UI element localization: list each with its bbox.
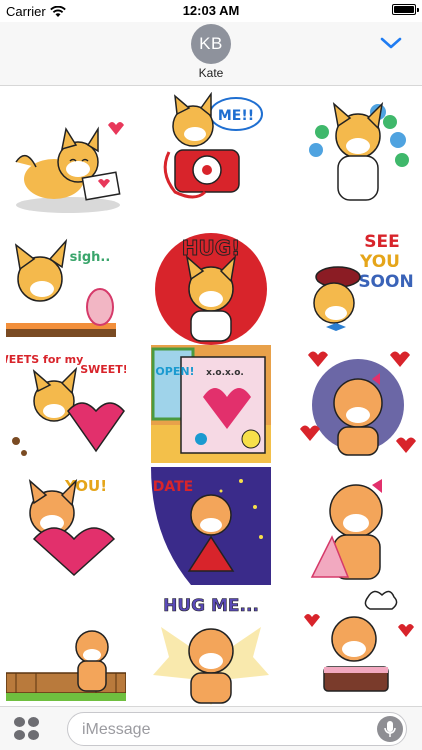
sticker-corgi-fence[interactable] [6,587,126,705]
conversation-header: KB Kate [0,22,422,86]
contact-name[interactable]: Kate [0,66,422,80]
sticker-corgi-shy[interactable] [298,467,418,585]
sticker-corgi-card-open[interactable]: OPEN! x.o.x.o. [151,345,271,463]
sticker-corgi-date[interactable]: DATE [151,467,271,585]
microphone-icon[interactable] [377,716,403,742]
sticker-open-text: OPEN! [155,365,194,378]
message-input-bar: iMessage [0,706,422,750]
status-time: 12:03 AM [182,3,240,18]
sticker-corgi-cake[interactable] [298,587,418,705]
sticker-soon-text: SOON [358,272,413,292]
sticker-me-text: ME!! [218,108,254,124]
sticker-corgi-flowers[interactable] [298,92,418,210]
sticker-grid: ME!! sigh.. HUG! SEE YOU SOON EETS for m… [0,87,422,707]
chevron-down-icon[interactable] [380,36,402,50]
sticker-corgi-sigh[interactable]: sigh.. [6,227,126,345]
sticker-corgi-hug-me[interactable]: HUG ME... [151,587,271,705]
sticker-sweet-text: SWEET! [80,363,126,376]
sticker-hug-text: HUG! [182,236,241,260]
sticker-sweets-text: SWEETS for my [6,353,83,366]
app-drawer-icon[interactable] [14,717,40,741]
imessage-field[interactable]: iMessage [67,712,407,746]
imessage-placeholder: iMessage [82,721,151,738]
sticker-corgi-love-letter[interactable] [6,107,126,225]
sticker-corgi-see-you-soon[interactable]: SEE YOU SOON [298,227,418,345]
sticker-sigh-text: sigh.. [70,250,111,265]
sticker-corgi-phone-me[interactable]: ME!! [151,92,271,210]
status-right [392,4,419,15]
sticker-corgi-hug[interactable]: HUG! [151,227,271,345]
sticker-corgi-sweets[interactable]: SWEETS for my SWEET! [6,345,126,463]
sticker-see-text: SEE [364,232,399,252]
sticker-hug-me-text: HUG ME... [163,596,259,616]
sticker-date-text: DATE [153,479,193,495]
sticker-corgi-gift-you[interactable]: YOU! [6,467,126,585]
battery-icon [392,4,419,15]
sticker-corgi-hearts-bow[interactable] [298,345,418,463]
status-bar: Carrier 12:03 AM [0,0,422,22]
sticker-xoxo-text: x.o.x.o. [206,368,244,378]
contact-avatar[interactable]: KB [191,24,231,64]
sticker-you-text: YOU [359,252,400,272]
